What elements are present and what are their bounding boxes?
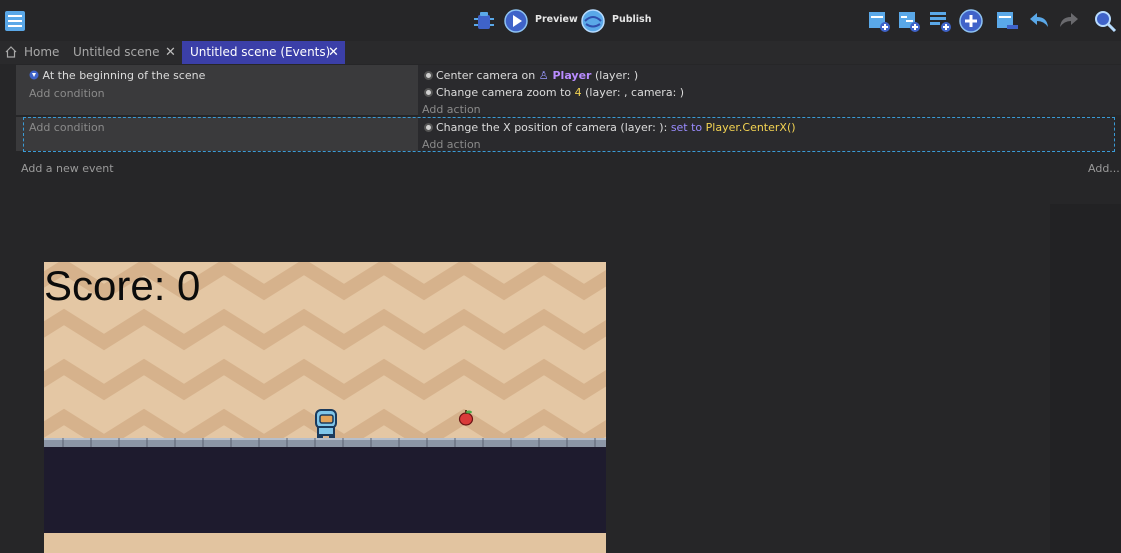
action-text: Change camera zoom to bbox=[436, 86, 572, 99]
action-row[interactable]: Change camera zoom to 4 (layer: , camera… bbox=[424, 86, 684, 99]
action-text: Center camera on bbox=[436, 69, 536, 82]
preview-play-icon[interactable] bbox=[504, 9, 528, 33]
action-params: (layer: ) bbox=[594, 69, 639, 82]
preview-button[interactable]: Preview bbox=[535, 14, 578, 25]
add-comment-icon[interactable] bbox=[928, 9, 952, 33]
player-sprite bbox=[315, 409, 337, 438]
tab-scene-events[interactable]: Untitled scene (Events) ✕ bbox=[182, 41, 345, 64]
object-icon: ♙ bbox=[538, 69, 549, 82]
tab-home[interactable]: Home bbox=[0, 41, 64, 64]
add-more-icon[interactable] bbox=[959, 9, 983, 33]
tab-events-label: Untitled scene (Events) bbox=[190, 45, 331, 59]
add-event-icon[interactable] bbox=[867, 9, 891, 33]
zoom-value: 4 bbox=[574, 86, 582, 99]
score-text: Score: 0 bbox=[44, 262, 201, 309]
undo-icon[interactable] bbox=[1027, 9, 1051, 33]
game-preview: Score: 0 bbox=[44, 262, 606, 553]
tab-home-label: Home bbox=[24, 45, 60, 59]
add-action-link[interactable]: Add action bbox=[422, 103, 481, 116]
dark-underground bbox=[44, 447, 606, 533]
editor-tabs: Home Untitled scene ✕ Untitled scene (Ev… bbox=[0, 41, 1121, 64]
lower-background bbox=[44, 533, 606, 553]
tab-scene-label: Untitled scene bbox=[73, 45, 160, 59]
add-subevent-icon[interactable] bbox=[897, 9, 921, 33]
event-drag-handle[interactable] bbox=[16, 117, 23, 151]
close-tab-icon[interactable]: ✕ bbox=[165, 41, 176, 64]
camera-icon bbox=[424, 88, 433, 97]
top-toolbar: Preview Publish bbox=[0, 0, 1121, 41]
add-condition-link[interactable]: Add condition bbox=[29, 87, 105, 100]
event-drag-handle[interactable] bbox=[16, 65, 23, 115]
search-icon[interactable] bbox=[1093, 9, 1117, 33]
publish-button[interactable]: Publish bbox=[612, 14, 651, 25]
home-icon bbox=[5, 46, 17, 58]
condition-row[interactable]: At the beginning of the scene bbox=[29, 69, 205, 82]
add-new-event-link[interactable]: Add a new event bbox=[21, 162, 114, 175]
action-params: (layer: , camera: ) bbox=[585, 86, 685, 99]
event-1-actions[interactable]: Center camera on ♙ Player (layer: ) Chan… bbox=[418, 65, 1121, 116]
events-sheet: At the beginning of the scene Add condit… bbox=[0, 64, 1121, 204]
project-manager-icon[interactable] bbox=[4, 10, 26, 32]
condition-text: At the beginning of the scene bbox=[42, 69, 206, 82]
scene-start-icon bbox=[29, 70, 39, 80]
apple-sprite bbox=[458, 410, 474, 426]
preview-side-pane bbox=[1050, 204, 1121, 553]
stone-platform bbox=[44, 438, 606, 447]
event-1-conditions[interactable]: At the beginning of the scene Add condit… bbox=[23, 65, 418, 115]
debugger-icon[interactable] bbox=[472, 9, 496, 33]
camera-icon bbox=[424, 71, 433, 80]
object-label: Player bbox=[552, 69, 592, 82]
close-tab-icon[interactable]: ✕ bbox=[328, 41, 339, 64]
tab-untitled-scene[interactable]: Untitled scene ✕ bbox=[64, 41, 182, 64]
object-name: ♙ Player bbox=[539, 69, 592, 82]
delete-event-icon[interactable] bbox=[995, 9, 1019, 33]
redo-icon[interactable] bbox=[1057, 9, 1081, 33]
action-row[interactable]: Center camera on ♙ Player (layer: ) bbox=[424, 69, 638, 82]
add-menu-link[interactable]: Add... bbox=[1088, 162, 1120, 175]
publish-globe-icon[interactable] bbox=[581, 9, 605, 33]
selection-outline bbox=[23, 117, 1115, 152]
gdevelop-app: Preview Publish Home Untitled scene ✕ Un… bbox=[0, 0, 1121, 553]
